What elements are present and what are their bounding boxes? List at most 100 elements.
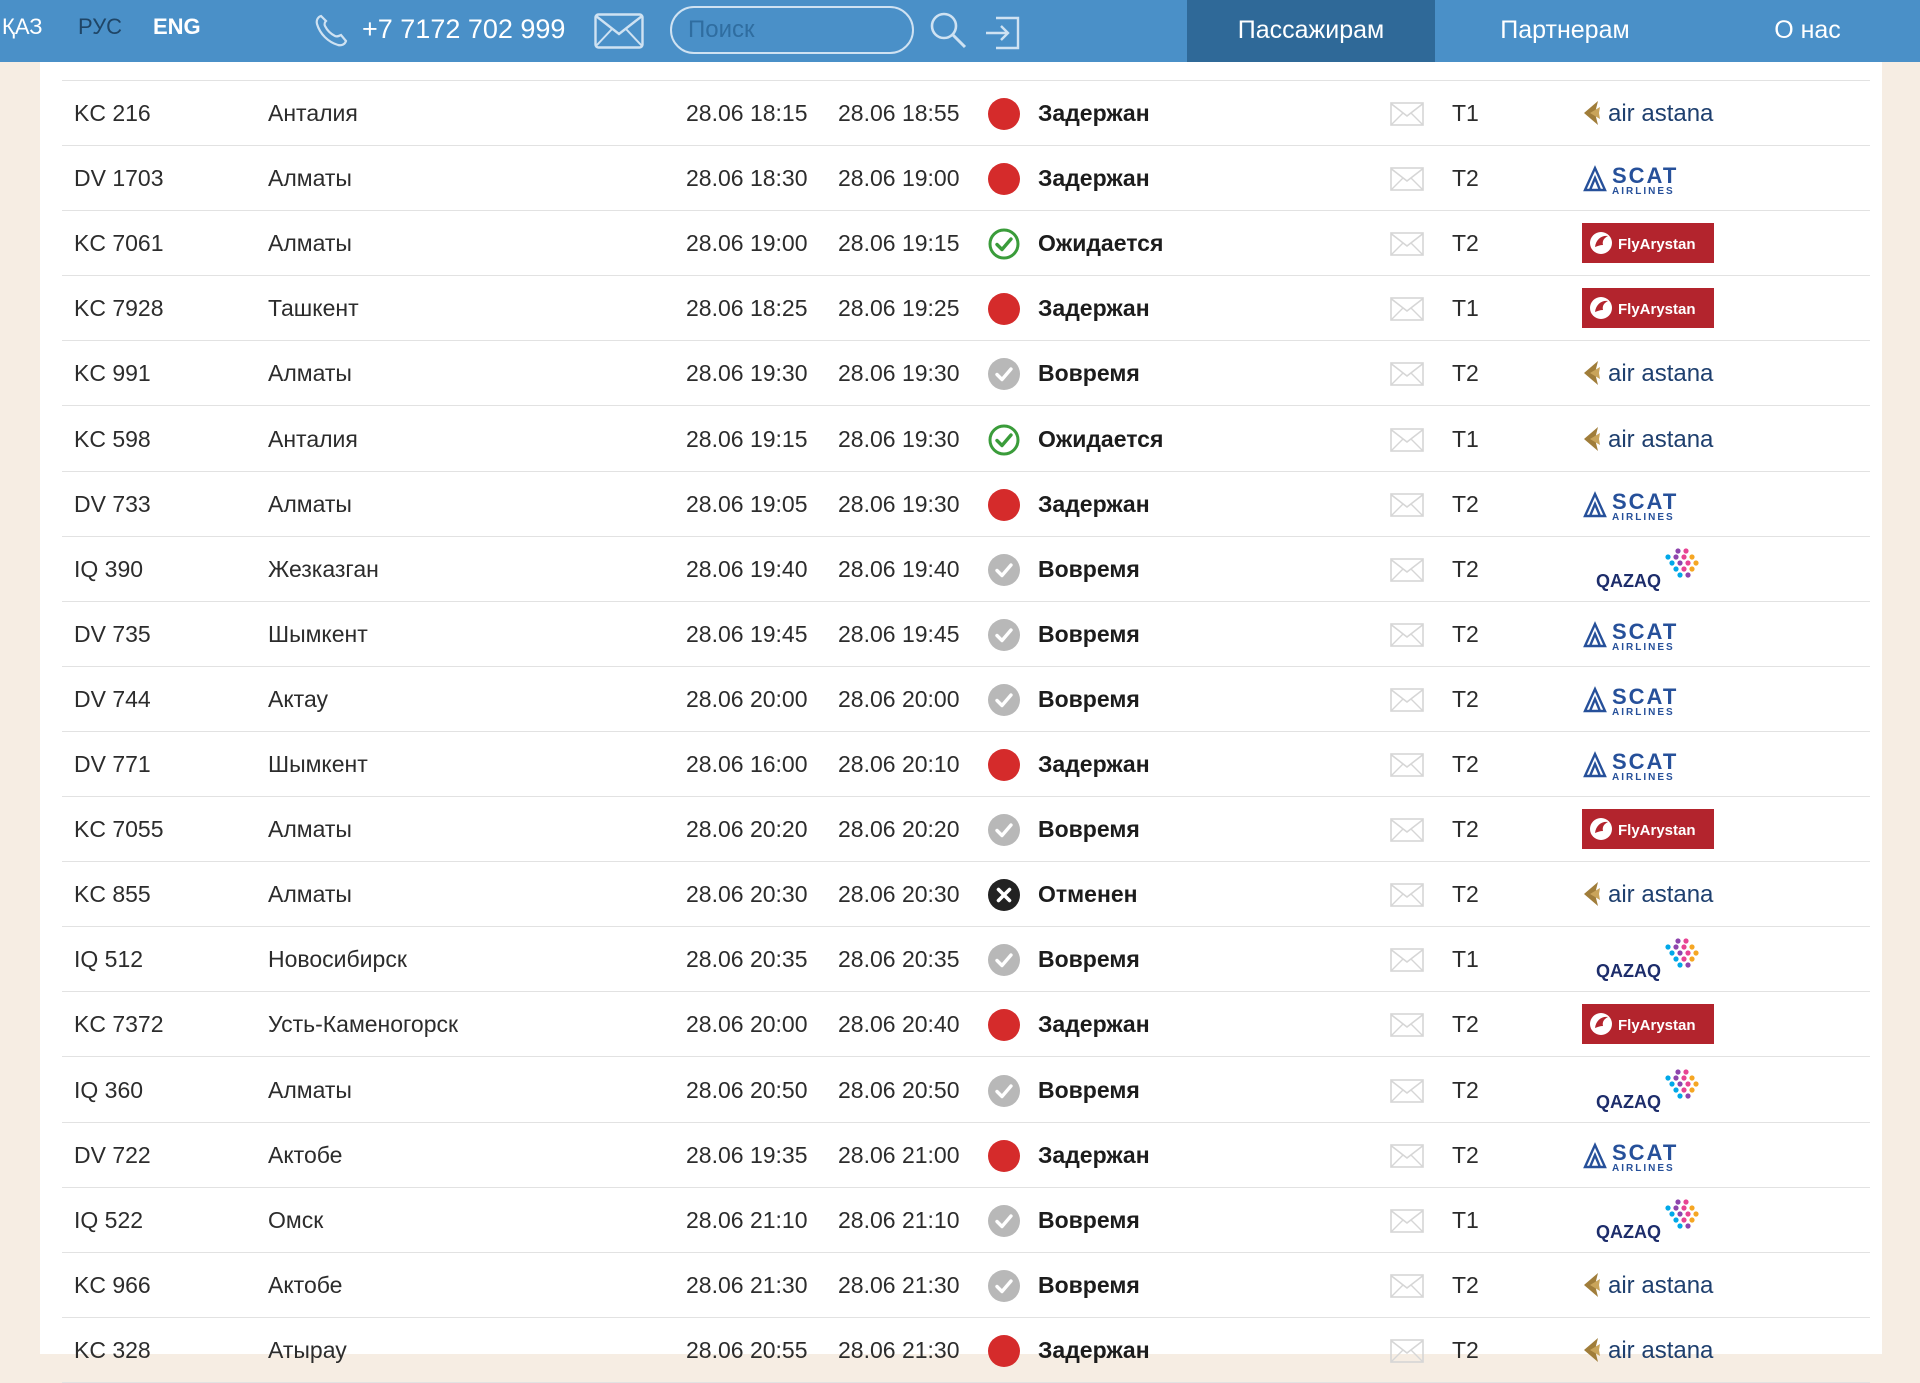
scheduled-time: 28.06 19:45 [686, 620, 808, 647]
actual-time: 28.06 21:30 [838, 1336, 960, 1363]
flight-row[interactable]: DV 722 Актобе 28.06 19:35 28.06 21:00 За… [62, 1123, 1870, 1188]
flight-row[interactable]: DV 744 Актау 28.06 20:00 28.06 20:00 Вов… [62, 667, 1870, 732]
svg-text:AIRLINES: AIRLINES [1612, 707, 1675, 718]
subscribe-mail-icon[interactable] [1390, 688, 1424, 712]
subscribe-mail-icon[interactable] [1390, 1143, 1424, 1168]
terminal: T1 [1452, 1206, 1479, 1233]
flight-row[interactable]: DV 1703 Алматы 28.06 18:30 28.06 19:00 З… [62, 146, 1870, 212]
subscribe-mail-icon[interactable] [1390, 948, 1424, 973]
svg-text:SCAT: SCAT [1612, 163, 1678, 188]
svg-text:air astana: air astana [1608, 360, 1714, 387]
city: Анталия [268, 100, 358, 126]
nav-partners[interactable]: Партнерам [1435, 0, 1695, 62]
city: Алматы [268, 360, 352, 387]
subscribe-mail-icon[interactable] [1390, 297, 1424, 322]
subscribe-mail-icon[interactable] [1390, 1339, 1424, 1363]
actual-time: 28.06 19:45 [838, 620, 960, 647]
flight-row[interactable]: KC 598 Анталия 28.06 19:15 28.06 19:30 О… [62, 407, 1870, 472]
subscribe-mail-icon[interactable] [1390, 818, 1424, 842]
subscribe-mail-icon[interactable] [1390, 232, 1424, 256]
flight-row[interactable]: KC 7372 Усть-Каменогорск 28.06 20:00 28.… [62, 992, 1870, 1058]
subscribe-mail-icon[interactable] [1390, 492, 1424, 517]
flight-status: Задержан [1038, 751, 1150, 777]
language-eng[interactable]: ENG [153, 14, 201, 40]
language-rus[interactable]: РУС [78, 14, 122, 40]
scheduled-time: 28.06 18:30 [686, 165, 808, 192]
top-navigation-bar: ҚАЗ РУС ENG +7 7172 702 999 Пассажирам П… [0, 0, 1920, 62]
svg-text:air astana: air astana [1608, 1272, 1714, 1299]
flight-row[interactable]: DV 735 Шымкент 28.06 19:45 28.06 19:45 В… [62, 602, 1870, 667]
subscribe-mail-icon[interactable] [1390, 1273, 1424, 1298]
flight-number: IQ 390 [74, 555, 144, 582]
svg-text:AIRLINES: AIRLINES [1612, 1163, 1675, 1174]
flight-row[interactable]: KC 991 Алматы 28.06 19:30 28.06 19:30 Во… [62, 341, 1870, 407]
flight-row[interactable]: IQ 360 Алматы 28.06 20:50 28.06 20:50 Во… [62, 1058, 1870, 1123]
nav-about[interactable]: О нас [1695, 0, 1920, 62]
scheduled-time: 28.06 20:00 [686, 1011, 808, 1038]
scheduled-time: 28.06 20:20 [686, 816, 808, 843]
scheduled-time: 28.06 21:10 [686, 1206, 808, 1233]
qazaq-air-logo: QAZAQ [1596, 1068, 1699, 1112]
flight-row[interactable]: IQ 512 Новосибирск 28.06 20:35 28.06 20:… [62, 927, 1870, 993]
subscribe-mail-icon[interactable] [1390, 427, 1424, 452]
scheduled-time: 28.06 19:15 [686, 425, 808, 452]
subscribe-mail-icon[interactable] [1390, 557, 1424, 582]
subscribe-mail-icon[interactable] [1390, 1208, 1424, 1233]
flight-row[interactable]: IQ 390 Жезказган 28.06 19:40 28.06 19:40… [62, 537, 1870, 602]
subscribe-mail-icon[interactable] [1390, 753, 1424, 777]
flight-number: DV 744 [74, 685, 151, 712]
subscribe-mail-icon[interactable] [1390, 167, 1424, 191]
search-input[interactable] [670, 6, 914, 54]
subscribe-mail-icon[interactable] [1390, 1078, 1424, 1103]
flight-row[interactable]: KC 7061 Алматы 28.06 19:00 28.06 19:15 О… [62, 211, 1870, 277]
city: Шымкент [268, 620, 368, 647]
expected-icon [988, 424, 1020, 455]
flight-number: KC 991 [74, 360, 151, 387]
flight-row[interactable]: KC 216 Анталия 28.06 18:15 28.06 18:55 З… [62, 81, 1870, 146]
air-astana-logo: air astana [1584, 1272, 1714, 1299]
phone-number[interactable]: +7 7172 702 999 [362, 14, 565, 45]
flight-row[interactable]: KC 328 Атырау 28.06 20:55 28.06 21:30 За… [62, 1318, 1870, 1383]
login-icon[interactable] [982, 10, 1026, 54]
delayed-icon [988, 488, 1020, 521]
air-astana-logo: air astana [1584, 1337, 1714, 1364]
terminal: T2 [1452, 230, 1479, 257]
subscribe-mail-icon[interactable] [1390, 1013, 1424, 1038]
language-kaz[interactable]: ҚАЗ [2, 14, 43, 40]
svg-text:air astana: air astana [1608, 1337, 1714, 1364]
flight-row[interactable]: DV 771 Шымкент 28.06 16:00 28.06 20:10 З… [62, 732, 1870, 797]
actual-time: 28.06 19:15 [838, 230, 960, 257]
flight-status: Ожидается [1038, 425, 1164, 452]
cancelled-icon [988, 879, 1020, 912]
city: Усть-Каменогорск [268, 1011, 459, 1038]
flight-status: Ожидается [1038, 230, 1164, 257]
qazaq-air-logo: QAZAQ [1596, 938, 1699, 981]
flight-row[interactable]: KC 855 Алматы 28.06 20:30 28.06 20:30 От… [62, 862, 1870, 928]
actual-time: 28.06 21:10 [838, 1206, 960, 1233]
flight-number: IQ 522 [74, 1206, 144, 1233]
nav-passengers[interactable]: Пассажирам [1187, 0, 1435, 62]
scheduled-time: 28.06 20:00 [686, 685, 808, 712]
delayed-icon [988, 293, 1020, 326]
city: Алматы [268, 1076, 352, 1103]
flight-row[interactable]: KC 7928 Ташкент 28.06 18:25 28.06 19:25 … [62, 276, 1870, 342]
flight-row[interactable]: IQ 522 Омск 28.06 21:10 28.06 21:10 Вовр… [62, 1188, 1870, 1253]
flight-row[interactable]: KC 7055 Алматы 28.06 20:20 28.06 20:20 В… [62, 797, 1870, 863]
subscribe-mail-icon[interactable] [1390, 622, 1424, 647]
flight-status: Задержан [1038, 1336, 1150, 1363]
ontime-icon [988, 553, 1020, 586]
subscribe-mail-icon[interactable] [1390, 883, 1424, 907]
search-icon[interactable] [926, 8, 970, 52]
terminal: T2 [1452, 1336, 1479, 1363]
subscribe-mail-icon[interactable] [1390, 362, 1424, 387]
mail-icon[interactable] [594, 13, 644, 49]
ontime-icon [988, 618, 1020, 651]
flight-row[interactable]: KC 966 Актобе 28.06 21:30 28.06 21:30 Во… [62, 1253, 1870, 1318]
city: Актобе [268, 1271, 343, 1298]
flight-row[interactable]: DV 733 Алматы 28.06 19:05 28.06 19:30 За… [62, 472, 1870, 537]
svg-text:FlyArystan: FlyArystan [1618, 301, 1696, 318]
subscribe-mail-icon[interactable] [1390, 102, 1424, 126]
city: Алматы [268, 230, 352, 257]
flight-status: Вовремя [1038, 1271, 1140, 1298]
terminal: T2 [1452, 1271, 1479, 1298]
